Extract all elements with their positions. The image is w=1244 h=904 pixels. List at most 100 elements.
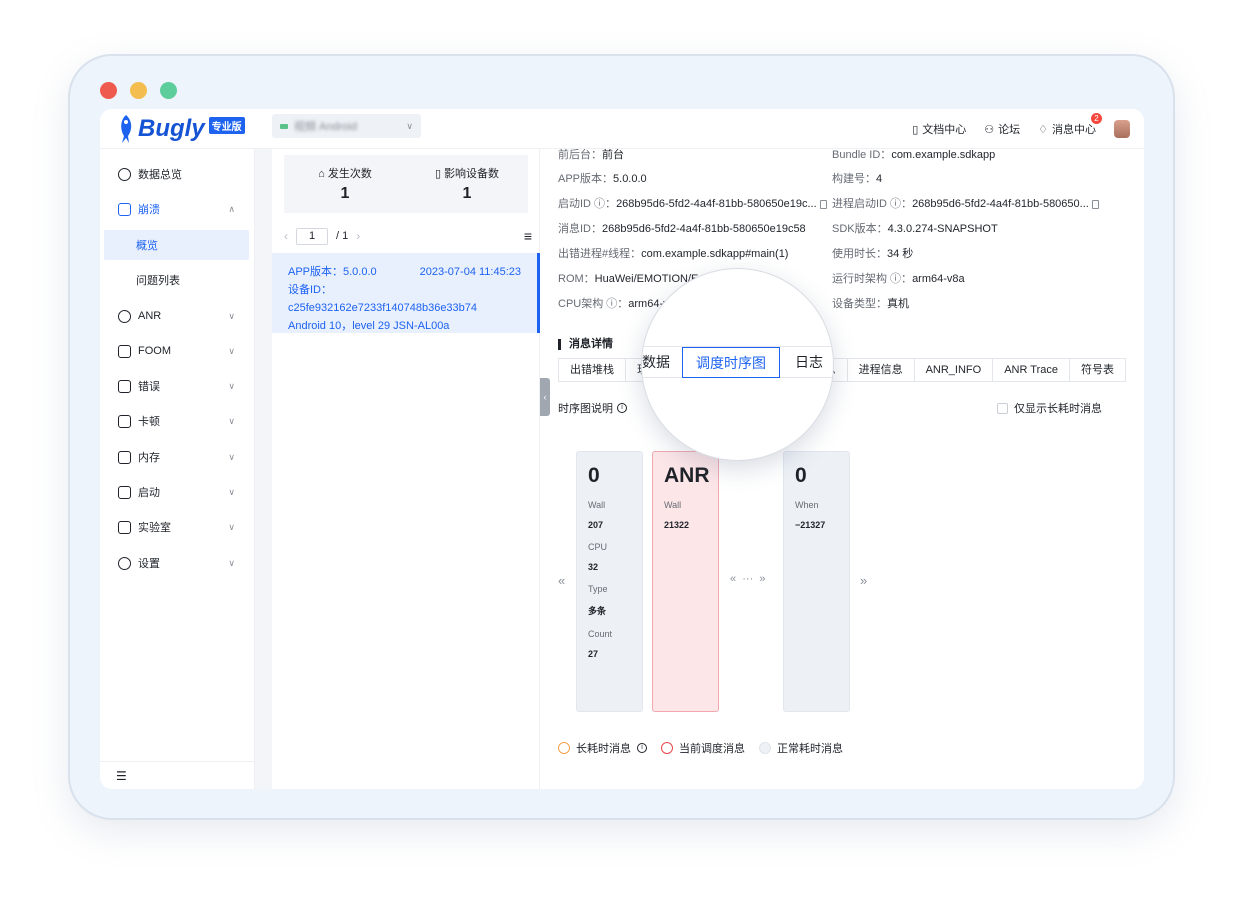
memory-icon [118, 450, 131, 464]
detail-field: 运行时架构 ⓘ：arm64-v8a [832, 273, 965, 285]
detail-field: 构建号：4 [832, 173, 883, 185]
circle-icon [661, 742, 673, 754]
sidebar-subitem-label: 问题列表 [136, 275, 180, 287]
sidebar-item-settings[interactable]: 设置 ∨ [100, 548, 255, 578]
lab-icon [118, 520, 131, 534]
tab-log[interactable]: 日志 [795, 347, 823, 377]
messages-link[interactable]: ♢ 消息中心 2 [1038, 113, 1102, 137]
circle-icon [759, 742, 771, 754]
legend: 长耗时消息 i 当前调度消息 正常耗时消息 [558, 740, 843, 756]
stat-occurrences: ⌂ 发生次数 1 [284, 155, 406, 213]
chevron-down-icon: ∨ [228, 557, 235, 568]
sidebar-item-memory[interactable]: 内存 ∨ [100, 442, 255, 472]
docs-label: 文档中心 [922, 124, 967, 136]
card-title: 0 [588, 464, 600, 487]
prev-icon[interactable]: « [558, 573, 565, 588]
sidebar-item-launch[interactable]: 启动 ∨ [100, 477, 255, 507]
copy-icon[interactable] [1091, 199, 1099, 209]
bell-icon: ♢ [1038, 123, 1048, 136]
list-item[interactable]: APP版本：5.0.0.0 2023-07-04 11:45:23 设备ID：c2… [272, 253, 540, 333]
dollar-circle-icon [118, 309, 131, 323]
record-list-panel: ⌂ 发生次数 1 ▯ 影响设备数 1 ‹ 1 / 1 › ≡ APP版本：5.0… [272, 149, 540, 789]
sidebar-item-anr[interactable]: ANR ∨ [100, 301, 255, 331]
magnified-tabs: 数据 调度时序图 日志 [642, 346, 833, 378]
detail-field: APP版本：5.0.0.0 [558, 173, 647, 185]
sidebar-item-lab[interactable]: 实验室 ∨ [100, 512, 255, 542]
sidebar-item-crash[interactable]: 崩溃 ∧ [100, 194, 255, 224]
chevron-up-icon: ∧ [228, 203, 235, 214]
tab-stack[interactable]: 出错堆栈 [559, 359, 626, 381]
tab-anr-trace[interactable]: ANR Trace [993, 359, 1070, 381]
next-page-icon[interactable]: › [356, 229, 360, 243]
phone-icon: ▯ [434, 168, 441, 180]
sidebar-item-label: 错误 [138, 381, 160, 393]
top-bar: Bugly 专业版 视频 Android ∨ ▯ 文档中心 ⚇ 论坛 ♢ 消息中心 2 [100, 109, 1144, 149]
chevron-down-icon: ∨ [228, 415, 235, 426]
logo[interactable]: Bugly 专业版 [118, 113, 245, 145]
gutter [255, 149, 272, 789]
message-card[interactable]: 0 Wall 207 CPU 32 Type 多条 Count 27 [576, 451, 643, 712]
section-title: 消息详情 [558, 339, 613, 350]
window-minimize-dot[interactable] [130, 82, 147, 99]
stat-label: 影响设备数 [444, 168, 500, 180]
copy-icon[interactable] [819, 199, 827, 209]
card-title: ANR [664, 464, 710, 487]
list-menu-icon[interactable]: ≡ [524, 228, 532, 244]
message-card[interactable]: 0 When −21327 [783, 451, 850, 712]
stats-box: ⌂ 发生次数 1 ▯ 影响设备数 1 [284, 155, 528, 213]
stat-label: 发生次数 [327, 168, 372, 180]
record-app-version: APP版本：5.0.0.0 [288, 266, 377, 278]
document-icon: ▯ [912, 123, 919, 136]
detail-field: 设备类型：真机 [832, 298, 909, 310]
record-os: Android 10，level 29 JSN-AL00a [288, 320, 450, 332]
tab-data[interactable]: 数据 [642, 347, 670, 377]
sidebar-item-overview[interactable]: 数据总览 [100, 159, 255, 189]
top-links: ▯ 文档中心 ⚇ 论坛 ♢ 消息中心 2 [912, 109, 1130, 149]
panel-collapse-handle[interactable]: ‹ [540, 378, 550, 416]
page-input[interactable]: 1 [296, 227, 328, 245]
tab-schedule-timeline[interactable]: 调度时序图 [682, 347, 780, 378]
page-total: / 1 [336, 230, 349, 242]
checkbox-label: 仅显示长耗时消息 [1014, 403, 1102, 415]
avatar[interactable] [1114, 120, 1130, 138]
detail-field: 启动ID ⓘ：268b95d6-5fd2-4a4f-81bb-580650e19… [558, 195, 827, 211]
forum-label: 论坛 [998, 124, 1021, 136]
long-only-checkbox[interactable]: 仅显示长耗时消息 [997, 400, 1102, 416]
sequence-help[interactable]: 时序图说明 i [558, 400, 627, 416]
launch-icon [118, 485, 131, 499]
detail-field: 进程启动ID ⓘ：268b95d6-5fd2-4a4f-81bb-580650.… [832, 195, 1099, 211]
chevron-down-icon: ∨ [228, 521, 235, 532]
sidebar-subitem-issues[interactable]: 问题列表 [104, 265, 249, 295]
detail-field: 前后台：前台 [558, 149, 624, 161]
sidebar-item-foom[interactable]: FOOM ∨ [100, 336, 255, 366]
next-icon[interactable]: » [860, 573, 867, 588]
chevron-down-icon: ∨ [228, 345, 235, 356]
sidebar-collapse-button[interactable]: ☰ [100, 761, 255, 789]
sidebar-subitem-overview[interactable]: 概览 [104, 230, 249, 260]
app-selector[interactable]: 视频 Android ∨ [272, 114, 421, 138]
docs-link[interactable]: ▯ 文档中心 [912, 121, 966, 137]
tab-process-info[interactable]: 进程信息 [848, 359, 915, 381]
sidebar-item-label: 数据总览 [138, 169, 182, 181]
tab-symbols[interactable]: 符号表 [1070, 359, 1125, 381]
sidebar-item-label: 设置 [138, 558, 160, 570]
sidebar-item-label: FOOM [138, 345, 171, 357]
crash-icon [118, 202, 131, 216]
detail-panel: 前后台：前台 APP版本：5.0.0.0 启动ID ⓘ：268b95d6-5fd… [558, 149, 1144, 789]
sidebar-item-lag[interactable]: 卡顿 ∨ [100, 406, 255, 436]
app-selector-name: 视频 Android [294, 121, 357, 133]
prev-page-icon[interactable]: ‹ [284, 229, 288, 243]
settings-icon [118, 556, 131, 570]
window-zoom-dot[interactable] [160, 82, 177, 99]
detail-field: SDK版本：4.3.0.274-SNAPSHOT [832, 223, 998, 235]
collapsed-messages[interactable]: « ··· » [730, 573, 766, 585]
sidebar-item-label: ANR [138, 310, 162, 322]
sidebar-item-error[interactable]: 错误 ∨ [100, 371, 255, 401]
forum-link[interactable]: ⚇ 论坛 [984, 121, 1020, 137]
record-time: 2023-07-04 11:45:23 [419, 266, 521, 278]
message-count-badge: 2 [1091, 113, 1102, 124]
anr-card[interactable]: ANR Wall 21322 [652, 451, 719, 712]
window-close-dot[interactable] [100, 82, 117, 99]
tab-anr-info[interactable]: ANR_INFO [915, 359, 994, 381]
card-title: 0 [795, 464, 807, 487]
